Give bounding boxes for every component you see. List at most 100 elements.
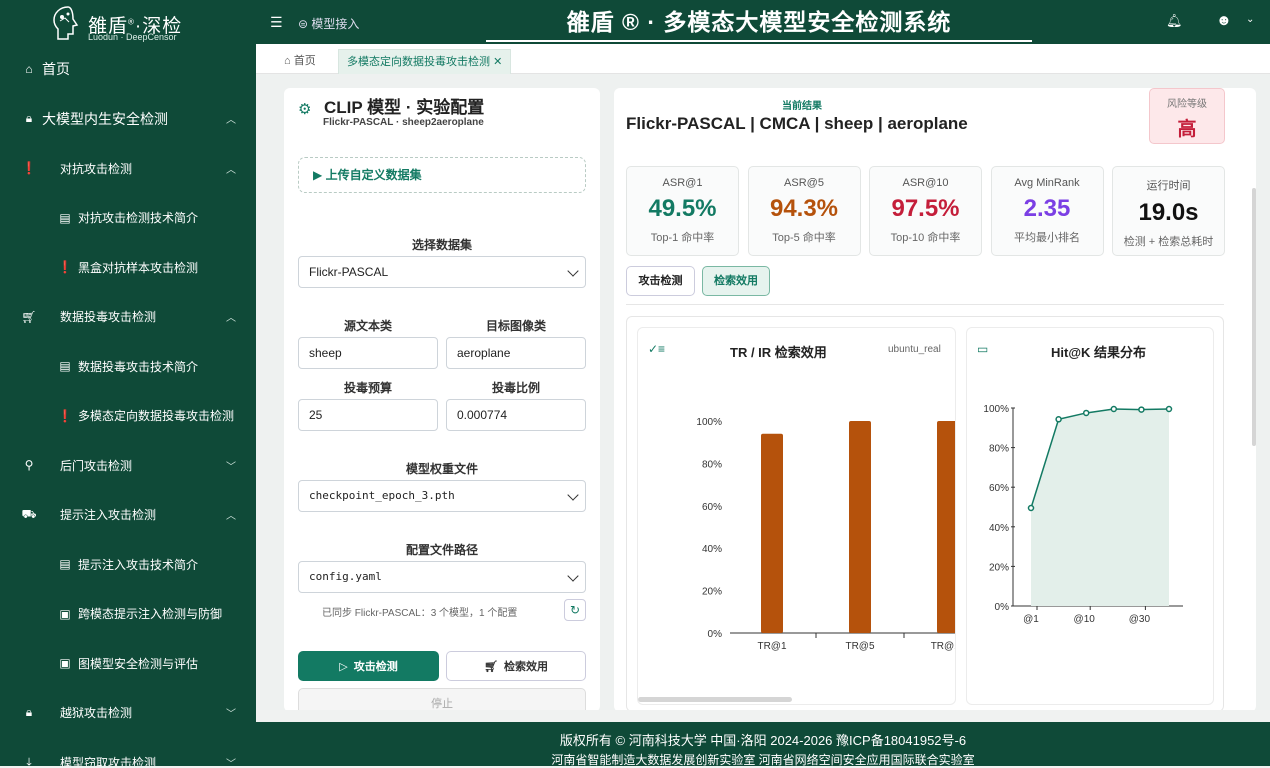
document-icon: ▤ — [59, 359, 71, 373]
config-path-label: 配置文件路径 — [405, 543, 478, 557]
y-tick-label: 20% — [989, 562, 1009, 573]
chevron-down-icon[interactable]: ﹀ — [226, 755, 236, 767]
sidebar-item-5[interactable]: 🛒︎ 数据投毒攻击检测 ︿ — [0, 294, 256, 340]
car-icon: ⛟ — [21, 506, 37, 521]
panel-scrollbar[interactable] — [1252, 188, 1256, 446]
upload-dataset-toggle[interactable]: ▶ 上传自定义数据集 — [298, 157, 586, 193]
sidebar-item-label: 对抗攻击检测 — [60, 161, 133, 176]
metric-desc: Top-5 命中率 — [772, 232, 836, 244]
sidebar-item-8[interactable]: ⚲ 后门攻击检测 ﹀ — [0, 442, 256, 488]
result-title: Flickr-PASCAL | CMCA | sheep | aeroplane — [626, 114, 968, 133]
x-tick-label: @30 — [1129, 614, 1151, 625]
metric-value: 2.35 — [1023, 195, 1071, 222]
tab-active[interactable]: 多模态定向数据投毒攻击检测 ✕ — [338, 49, 512, 74]
config-path-select[interactable]: config.yaml — [298, 561, 586, 593]
area-chart-title: Hit@K 结果分布 — [1051, 345, 1147, 360]
sidebar-item-11[interactable]: ▣ 跨模态提示注入检测与防御 — [0, 591, 256, 637]
sidebar-item-1[interactable]: 🔒︎ 大模型内生安全检测 ︿ — [0, 96, 256, 142]
metric-card-1: ASR@5 94.3% Top-5 命中率 — [747, 166, 861, 256]
ratio-input[interactable]: 0.000774 — [446, 399, 586, 431]
bar-TR@5 — [849, 421, 871, 633]
sidebar-item-3[interactable]: ▤ 对抗攻击检测技术简介 — [0, 195, 256, 241]
ratio-label: 投毒比例 — [491, 381, 540, 395]
x-tick-label: TR@1 — [757, 641, 786, 652]
metric-value: 97.5% — [891, 195, 960, 222]
chevron-up-icon[interactable]: ︿ — [226, 161, 236, 176]
subtab-retrieval[interactable]: 检索效用 — [702, 266, 770, 296]
tab-bar: ⌂ 首页 多模态定向数据投毒攻击检测 ✕ — [256, 44, 1270, 74]
alert-icon: ❗ — [57, 260, 73, 274]
metric-value: 49.5% — [648, 195, 717, 222]
sidebar-item-0[interactable]: ⌂ 首页 — [0, 46, 256, 92]
sidebar-item-label: 黑盒对抗样本攻击检测 — [78, 260, 199, 275]
metric-card-0: ASR@1 49.5% Top-1 命中率 — [626, 166, 739, 256]
hitk-point — [1082, 409, 1090, 417]
x-tick-label: TR@10 — [931, 641, 956, 652]
metric-name: Avg MinRank — [1014, 177, 1080, 189]
bar-TR@10 — [937, 421, 955, 633]
cart-icon: 🛒︎ — [484, 660, 498, 673]
subtab-attack[interactable]: 攻击检测 — [626, 266, 695, 296]
y-tick-label: 0% — [708, 629, 723, 640]
sidebar-item-9[interactable]: ⛟ 提示注入攻击检测 ︿ — [0, 492, 256, 538]
sidebar: 雒盾®·深检 Luodun · DeepCensor ⌂ 首页 🔒︎ 大模型内生安全检… — [0, 0, 256, 766]
area-chart-card: ▭ Hit@K 结果分布 0% 20% 40% 60% 80% 100% @1 @10 @30 — [966, 327, 1214, 705]
chevron-up-icon[interactable]: ︿ — [226, 507, 236, 522]
x-tick-label: @10 — [1074, 614, 1096, 625]
sidebar-item-13[interactable]: 🔒︎ 越狱攻击检测 ﹀ — [0, 690, 256, 736]
retrieval-utility-button[interactable]: 🛒︎ 检索效用 — [446, 651, 586, 681]
monitor-icon: ▭ — [977, 342, 989, 356]
chart-horizontal-scrollbar[interactable] — [638, 697, 792, 702]
metric-card-2: ASR@10 97.5% Top-10 命中率 — [869, 166, 982, 256]
chevron-down-icon[interactable]: ﹀ — [226, 458, 236, 473]
weights-select[interactable]: checkpoint_epoch_3.pth — [298, 480, 586, 512]
hitk-chart: 0% 20% 40% 60% 80% 100% @1 @10 @30 — [983, 404, 1183, 625]
sidebar-item-label: 模型窃取攻击检测 — [60, 755, 157, 767]
budget-input[interactable]: 25 — [298, 399, 438, 431]
chevron-down-icon[interactable]: ⌄ — [1246, 14, 1254, 25]
checklist-icon: ✓≡ — [648, 342, 666, 356]
sidebar-item-4[interactable]: ❗ 黑盒对抗样本攻击检测 — [0, 244, 256, 290]
chevron-up-icon[interactable]: ︿ — [226, 111, 236, 126]
sidebar-item-7[interactable]: ❗ 多模态定向数据投毒攻击检测 — [0, 393, 256, 439]
dataset-select[interactable]: Flickr-PASCAL — [298, 256, 586, 288]
sidebar-item-label: 对抗攻击检测技术简介 — [78, 211, 199, 225]
metric-name: ASR@5 — [784, 177, 824, 189]
metric-desc: 检测 + 检索总耗时 — [1123, 236, 1214, 248]
stop-button[interactable]: 停止 — [298, 688, 586, 710]
close-icon[interactable]: ✕ — [493, 56, 502, 68]
sidebar-item-14[interactable]: ⤓ 模型窃取攻击检测 ﹀ — [0, 739, 256, 767]
weights-label: 模型权重文件 — [405, 462, 478, 476]
attack-detect-button[interactable]: ▷ 攻击检测 — [298, 651, 439, 681]
config-subtitle: Flickr-PASCAL · sheep2aeroplane — [323, 117, 484, 128]
model-access-menu[interactable]: ⊜ 模型接入 — [298, 15, 359, 32]
bell-icon[interactable]: 🔔︎ — [1166, 13, 1183, 29]
charts-container: ✓≡ TR / IR 检索效用 ubuntu_real 0% 20% 40% 60% 8… — [626, 316, 1224, 710]
target-input[interactable]: aeroplane — [446, 337, 586, 369]
logo[interactable]: 雒盾®·深检 Luodun · DeepCensor — [48, 3, 188, 43]
sidebar-item-2[interactable]: ❗ 对抗攻击检测 ︿ — [0, 145, 256, 191]
dataset-label: 选择数据集 — [411, 238, 472, 252]
sidebar-item-10[interactable]: ▤ 提示注入攻击技术简介 — [0, 541, 256, 587]
hitk-point — [1165, 405, 1173, 413]
metric-card-3: Avg MinRank 2.35 平均最小排名 — [990, 166, 1104, 256]
tab-home[interactable]: ⌂ 首页 — [276, 49, 324, 74]
lock-icon: 🔒︎ — [25, 705, 33, 719]
y-tick-label: 60% — [989, 483, 1009, 494]
sidebar-item-6[interactable]: ▤ 数据投毒攻击技术简介 — [0, 343, 256, 389]
metric-card-4: 运行时间 19.0s 检测 + 检索总耗时 — [1112, 166, 1225, 256]
footer: 版权所有 © 河南科技大学 中国·洛阳 2024-2026 豫ICP备18041… — [256, 722, 1270, 767]
y-tick-label: 0% — [995, 602, 1010, 613]
refresh-button[interactable]: ↻ — [564, 599, 586, 621]
hamburger-icon[interactable]: ☰ — [270, 14, 283, 31]
home-icon: ⌂ — [25, 62, 33, 76]
save-icon: ▣ — [59, 606, 71, 621]
x-tick-label: TR@5 — [845, 641, 874, 652]
source-input[interactable]: sheep — [298, 337, 438, 369]
user-avatar-icon[interactable]: ☻ — [1216, 12, 1232, 29]
y-tick-label: 80% — [989, 444, 1009, 455]
metric-name: ASR@10 — [902, 177, 949, 189]
chevron-up-icon[interactable]: ︿ — [226, 309, 236, 324]
sidebar-item-12[interactable]: ▣ 图模型安全检测与评估 — [0, 640, 256, 686]
chevron-down-icon[interactable]: ﹀ — [226, 705, 236, 720]
